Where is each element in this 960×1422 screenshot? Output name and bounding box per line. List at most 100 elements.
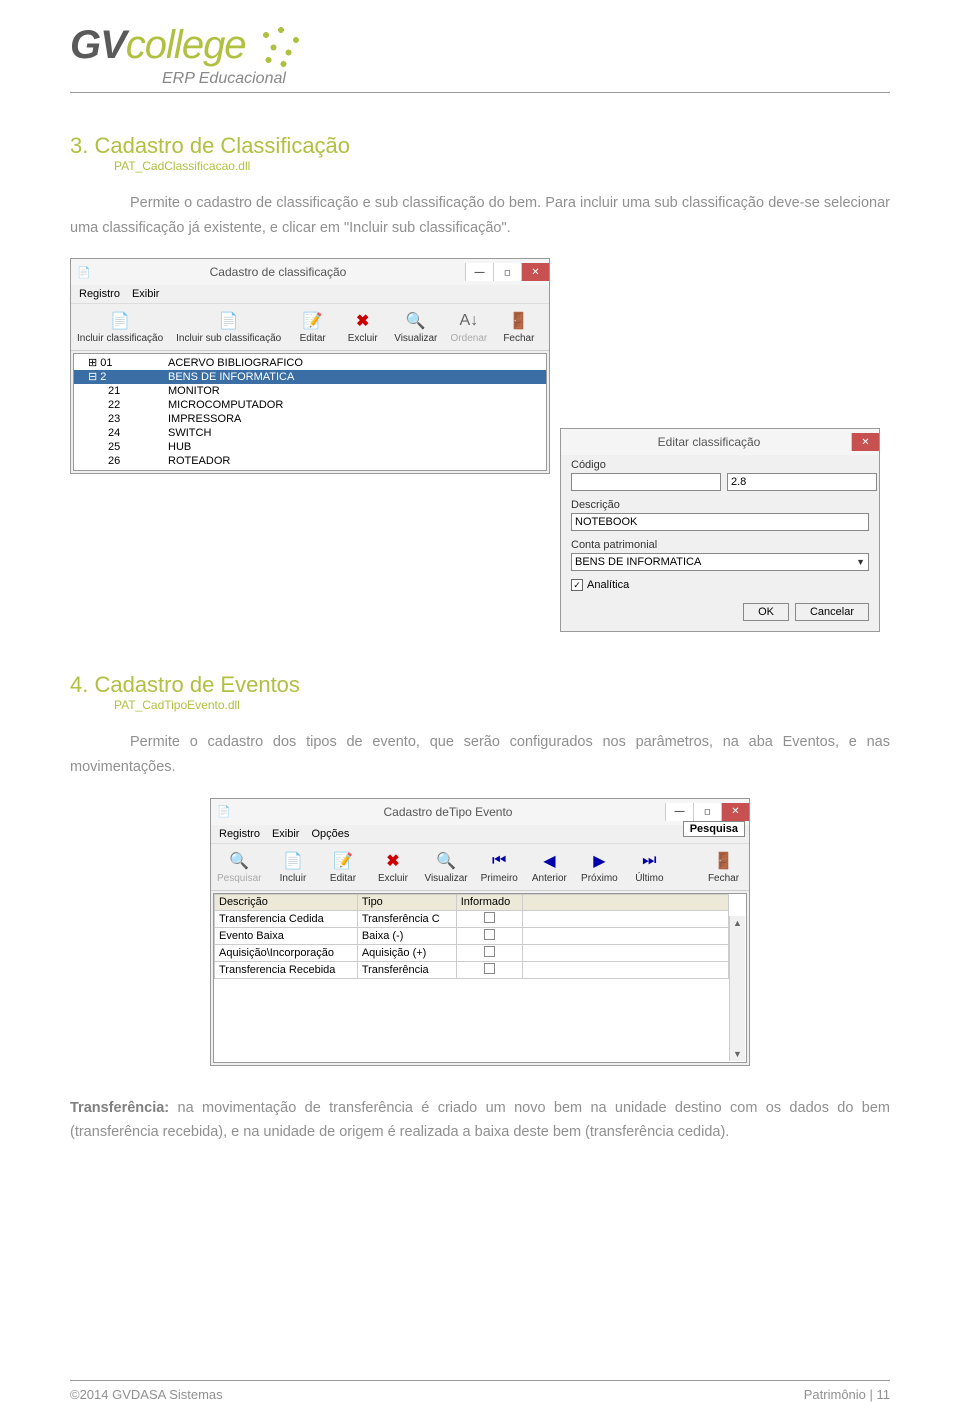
mag-icon: 🔍 (405, 310, 427, 332)
tree-code: 21 (78, 384, 168, 398)
tree-row[interactable]: 24 SWITCH (74, 426, 546, 440)
checkbox-icon (484, 946, 495, 957)
pesquisa-tab[interactable]: Pesquisa (683, 821, 745, 837)
footer-left: ©2014 GVDASA Sistemas (70, 1387, 223, 1402)
cell-informado[interactable] (456, 944, 523, 961)
cell-informado[interactable] (456, 927, 523, 944)
column-header[interactable]: Informado (456, 894, 523, 910)
conta-combo[interactable]: BENS DE INFORMATICA ▼ (571, 553, 869, 571)
tool-excluir[interactable]: ✖ Excluir (368, 848, 418, 886)
tool-excluir[interactable]: ✖ Excluir (338, 308, 388, 346)
tool-pesquisar: 🔍 Pesquisar (211, 848, 268, 886)
section-3-paragraph: Permite o cadastro de classificação e su… (70, 191, 890, 240)
window-title: Cadastro de classificação (91, 265, 465, 279)
checkbox-icon (484, 912, 495, 923)
tool-incluir[interactable]: 📄 Incluir (268, 848, 318, 886)
menubar: Registro Exibir Opções (211, 825, 749, 844)
conta-label: Conta patrimonial (571, 539, 869, 551)
tool-incluir-sub-classifica-o[interactable]: 📄 Incluir sub classificação (170, 308, 288, 346)
tool-visualizar[interactable]: 🔍 Visualizar (388, 308, 444, 346)
tree-row[interactable]: 25 HUB (74, 440, 546, 454)
cell-informado[interactable] (456, 910, 523, 927)
tool-pr-ximo[interactable]: Próximo (575, 848, 625, 886)
column-header[interactable]: Descrição (215, 894, 358, 910)
chevron-down-icon: ▼ (856, 557, 865, 567)
classification-tree[interactable]: ⊞ 01 ACERVO BIBLIOGRAFICO ⊟ 2 BENS DE IN… (73, 353, 547, 471)
tree-row[interactable]: ⊟ 2 BENS DE INFORMATICA (74, 370, 546, 384)
doc-pencil-icon: 📝 (332, 850, 354, 872)
cell-tipo: Aquisição (+) (357, 944, 456, 961)
table-row[interactable]: Transferencia Cedida Transferência C (215, 910, 729, 927)
menu-registro[interactable]: Registro (79, 288, 120, 300)
close-button[interactable] (521, 263, 549, 281)
checkbox-icon (484, 929, 495, 940)
tool-primeiro[interactable]: Primeiro (475, 848, 525, 886)
menu-registro[interactable]: Registro (219, 828, 260, 840)
table-row[interactable]: Transferencia Recebida Transferência (215, 961, 729, 978)
analitica-checkbox[interactable]: ✓ (571, 579, 583, 591)
evento-table[interactable]: DescriçãoTipoInformado Transferencia Ced… (214, 894, 729, 979)
section-3-subtitle: PAT_CadClassificacao.dll (114, 159, 890, 173)
cell-informado[interactable] (456, 961, 523, 978)
tree-row[interactable]: 23 IMPRESSORA (74, 412, 546, 426)
tree-row[interactable]: ⊞ 01 ACERVO BIBLIOGRAFICO (74, 356, 546, 370)
menu-exibir[interactable]: Exibir (132, 288, 160, 300)
tool-label: Próximo (581, 873, 618, 884)
table-row[interactable]: Aquisição\Incorporação Aquisição (+) (215, 944, 729, 961)
tool-fechar[interactable]: 🚪 Fechar (699, 848, 749, 886)
dialog-editar-classificacao: Editar classificação Código Descrição (560, 428, 880, 632)
checkbox-icon (484, 963, 495, 974)
app-icon: 📄 (77, 266, 91, 279)
tool-editar[interactable]: 📝 Editar (318, 848, 368, 886)
close-button[interactable] (721, 803, 749, 821)
codigo-input-1[interactable] (571, 473, 721, 491)
last-icon (638, 850, 660, 872)
maximize-button[interactable] (693, 803, 721, 821)
table-row[interactable]: Evento Baixa Baixa (-) (215, 927, 729, 944)
mag-icon: 🔍 (435, 850, 457, 872)
page-footer: ©2014 GVDASA Sistemas Patrimônio | 11 (70, 1380, 890, 1402)
ok-button[interactable]: OK (743, 603, 789, 621)
descricao-input[interactable] (571, 513, 869, 531)
tool-incluir-classifica-o[interactable]: 📄 Incluir classificação (71, 308, 170, 346)
tree-row[interactable]: 21 MONITOR (74, 384, 546, 398)
tool-label: Incluir (280, 873, 307, 884)
cell-desc: Transferencia Recebida (215, 961, 358, 978)
tool-editar[interactable]: 📝 Editar (288, 308, 338, 346)
window-title: Cadastro deTipo Evento (231, 805, 665, 819)
minimize-button[interactable] (465, 263, 493, 281)
toolbar: 📄 Incluir classificação 📄 Incluir sub cl… (71, 304, 549, 351)
tool--ltimo[interactable]: Último (625, 848, 675, 886)
tool-label: Excluir (348, 333, 378, 344)
column-header[interactable]: Tipo (357, 894, 456, 910)
maximize-button[interactable] (493, 263, 521, 281)
tree-desc: IMPRESSORA (168, 412, 542, 426)
tool-anterior[interactable]: Anterior (525, 848, 575, 886)
tool-label: Incluir sub classificação (176, 333, 281, 344)
tree-row[interactable]: 26 ROTEADOR (74, 454, 546, 468)
tree-row[interactable]: 22 MICROCOMPUTADOR (74, 398, 546, 412)
tree-desc: ACERVO BIBLIOGRAFICO (168, 356, 542, 370)
tool-fechar[interactable]: 🚪 Fechar (494, 308, 544, 346)
tool-label: Editar (330, 873, 356, 884)
tree-code: 26 (78, 454, 168, 468)
tool-label: Visualizar (394, 333, 437, 344)
cell-tipo: Transferência C (357, 910, 456, 927)
section-3-title: 3. Cadastro de Classificação (70, 133, 890, 159)
cancel-button[interactable]: Cancelar (795, 603, 869, 621)
tool-visualizar[interactable]: 🔍 Visualizar (418, 848, 474, 886)
close-button[interactable] (851, 433, 879, 451)
tree-desc: SWITCH (168, 426, 542, 440)
minimize-button[interactable] (665, 803, 693, 821)
section-4-subtitle: PAT_CadTipoEvento.dll (114, 698, 890, 712)
tool-label: Excluir (378, 873, 408, 884)
codigo-input-2[interactable] (727, 473, 877, 491)
menu-exibir[interactable]: Exibir (272, 828, 300, 840)
doc-icon: 📄 (282, 850, 304, 872)
scrollbar[interactable]: ▲▼ (729, 916, 745, 1061)
menu-opcoes[interactable]: Opções (311, 828, 349, 840)
logo-block: GVcollege ERP Educacional (70, 20, 890, 88)
window-cadastro-tipo-evento: 📄 Cadastro deTipo Evento Registro Exibir… (210, 798, 750, 1066)
dialog-title: Editar classificação (567, 435, 851, 449)
cell-desc: Evento Baixa (215, 927, 358, 944)
